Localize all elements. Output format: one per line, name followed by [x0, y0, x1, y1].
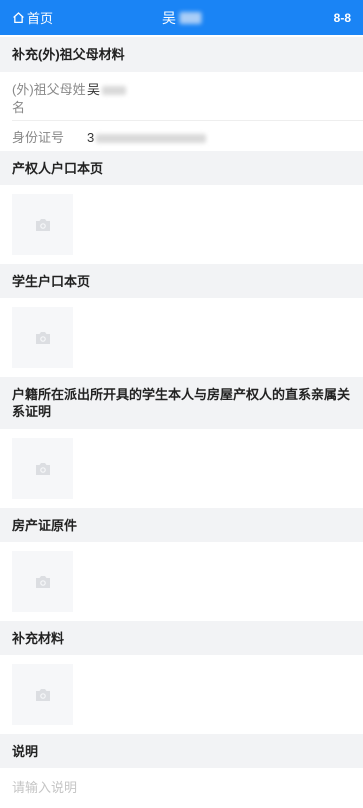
section-header-property-certificate: 房产证原件	[0, 508, 363, 542]
home-link[interactable]: 首页	[12, 8, 53, 27]
section-header-grandparent: 补充(外)祖父母材料	[0, 37, 363, 72]
camera-icon	[35, 462, 50, 475]
upload-button[interactable]	[12, 551, 73, 612]
section-header-student-hukou: 学生户口本页	[0, 264, 363, 298]
home-icon	[13, 12, 24, 24]
page-indicator: 8-8	[333, 10, 351, 25]
upload-area-student-hukou	[0, 298, 363, 377]
upload-area-property-certificate	[0, 542, 363, 621]
grandparent-id-label: 身份证号	[12, 130, 65, 145]
grandparent-id-row: 身份证号 3	[0, 121, 363, 151]
section-header-supplementary: 补充材料	[0, 621, 363, 655]
id-redaction	[96, 134, 207, 143]
applicant-name-visible: 吴	[162, 9, 176, 26]
top-navigation-bar: 首页 吴 8-8	[0, 0, 363, 35]
notes-input[interactable]	[0, 768, 363, 808]
grandparent-id-value[interactable]: 3	[87, 129, 207, 151]
name-redaction	[179, 11, 201, 24]
upload-button[interactable]	[12, 664, 73, 725]
home-label: 首页	[27, 11, 54, 26]
upload-area-supplementary	[0, 655, 363, 734]
camera-icon	[35, 688, 50, 701]
grandparent-name-value[interactable]: 吴	[87, 81, 127, 120]
grandparent-name-text: 吴	[87, 82, 101, 97]
upload-button[interactable]	[12, 194, 73, 255]
section-header-property-owner-hukou: 产权人户口本页	[0, 151, 363, 185]
section-header-relation-proof: 户籍所在派出所开具的学生本人与房屋产权人的直系亲属关系证明	[0, 377, 363, 429]
upload-button[interactable]	[12, 307, 73, 368]
grandparent-name-row: (外)祖父母姓名 吴	[0, 72, 363, 120]
upload-area-relation-proof	[0, 429, 363, 508]
section-header-notes: 说明	[0, 734, 363, 768]
camera-icon	[35, 218, 50, 231]
upload-button[interactable]	[12, 438, 73, 499]
camera-icon	[35, 575, 50, 588]
page-title: 吴	[162, 8, 201, 28]
upload-area-property-owner-hukou	[0, 185, 363, 264]
grandparent-name-label: (外)祖父母姓名	[12, 82, 86, 115]
name-redaction	[102, 86, 127, 95]
grandparent-id-text: 3	[87, 130, 95, 145]
camera-icon	[35, 331, 50, 344]
